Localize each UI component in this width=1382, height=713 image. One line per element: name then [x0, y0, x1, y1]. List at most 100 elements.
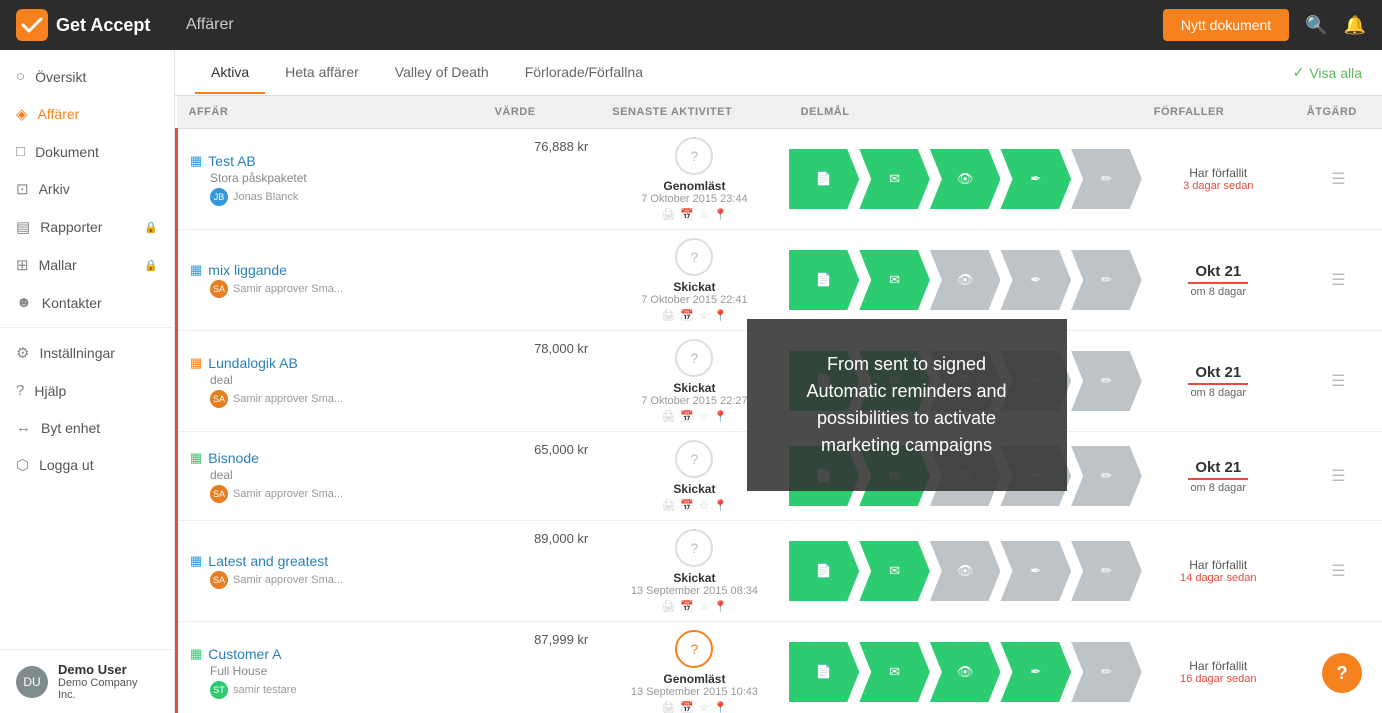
- activity-status: Genomläst: [604, 179, 784, 193]
- deal-name[interactable]: ▦ Test AB: [190, 153, 471, 169]
- row-menu-icon[interactable]: ☰: [1331, 373, 1345, 390]
- delmaal-arrow-2: 👁: [930, 642, 1001, 702]
- star-icon: ☆: [699, 208, 709, 221]
- user-company: Demo Company Inc.: [58, 677, 158, 701]
- deal-name-text: Customer A: [208, 646, 281, 662]
- sidebar-item-oversikt[interactable]: ○ Översikt: [0, 58, 174, 95]
- sidebar-nav: ○ Översikt ◈ Affärer □ Dokument ⊡ Arkiv …: [0, 50, 174, 649]
- deal-name-text: Bisnode: [208, 450, 259, 466]
- forfaller-date: Okt 21: [1148, 263, 1289, 280]
- cell-affar: ▦ mix liggande SA Samir approver Sma...: [177, 230, 483, 331]
- sidebar-item-installningar[interactable]: ⚙ Inställningar: [0, 334, 174, 372]
- delmaal-arrow-2: 👁: [930, 446, 1001, 506]
- deal-name[interactable]: ▦ Latest and greatest: [190, 553, 471, 569]
- sidebar-item-dokument[interactable]: □ Dokument: [0, 133, 174, 170]
- sidebar-item-rapporter[interactable]: ▤ Rapporter 🔒: [0, 208, 174, 246]
- deal-sub: deal: [190, 373, 471, 387]
- cell-delmaal: 📄✉👁✒✏: [789, 331, 1142, 432]
- star-icon: ☆: [699, 600, 709, 613]
- delmaal-arrows: 📄✉👁✒✏: [789, 642, 1142, 702]
- sidebar-bottom: DU Demo User Demo Company Inc.: [0, 649, 174, 713]
- activity-circle-icon: ?: [691, 641, 699, 657]
- cell-atgard: ☰: [1295, 521, 1382, 622]
- calendar-icon: 📅: [680, 208, 694, 221]
- location-icon: 📍: [714, 309, 728, 322]
- sidebar-item-logga-ut[interactable]: ⬡ Logga ut: [0, 446, 174, 484]
- sidebar-label-dokument: Dokument: [35, 144, 99, 160]
- cell-forfaller: Har förfallit 14 dagar sedan: [1142, 521, 1295, 622]
- activity-small-icons: 🖨 📅 ☆ 📍: [604, 309, 784, 322]
- delmaal-arrow-0: 📄: [789, 351, 860, 411]
- cell-delmaal: 📄✉👁✒✏: [789, 129, 1142, 230]
- deal-user: SA Samir approver Sma...: [190, 280, 471, 298]
- delmaal-arrow-1: ✉: [859, 541, 930, 601]
- tab-aktiva[interactable]: Aktiva: [195, 52, 265, 94]
- deal-sub: Full House: [190, 664, 471, 678]
- deal-name[interactable]: ▦ Bisnode: [190, 450, 471, 466]
- sidebar-item-kontakter[interactable]: ☻ Kontakter: [0, 284, 174, 321]
- activity-small-icons: 🖨 📅 ☆ 📍: [604, 499, 784, 512]
- logout-icon: ⬡: [16, 456, 29, 474]
- delmaal-arrow-1: ✉: [859, 642, 930, 702]
- sidebar-item-mallar[interactable]: ⊞ Mallar 🔒: [0, 246, 174, 284]
- deal-name[interactable]: ▦ mix liggande: [190, 262, 471, 278]
- tab-heta[interactable]: Heta affärer: [269, 52, 375, 94]
- page-title-topnav: Affärer: [176, 16, 1163, 34]
- new-document-button[interactable]: Nytt dokument: [1163, 9, 1289, 41]
- tab-forlorade[interactable]: Förlorade/Förfallna: [509, 52, 659, 94]
- row-menu-icon[interactable]: ☰: [1331, 272, 1345, 289]
- location-icon: 📍: [714, 208, 728, 221]
- cell-forfaller: Okt 21 om 8 dagar: [1142, 331, 1295, 432]
- deals-icon: ◈: [16, 105, 28, 123]
- print-icon: 🖨: [661, 208, 675, 221]
- sidebar-item-affarer[interactable]: ◈ Affärer: [0, 95, 174, 133]
- sidebar-divider: [0, 327, 174, 328]
- delmaal-arrow-3: ✒: [1000, 250, 1071, 310]
- home-icon: ○: [16, 68, 25, 85]
- notification-icon[interactable]: 🔔: [1344, 15, 1366, 36]
- row-menu-icon[interactable]: ☰: [1331, 563, 1345, 580]
- lock-icon-mallar: 🔒: [144, 259, 158, 272]
- help-fab-button[interactable]: ?: [1322, 653, 1362, 693]
- deal-user: JB Jonas Blanck: [190, 188, 471, 206]
- delmaal-arrows: 📄✉👁✒✏: [789, 446, 1142, 506]
- cell-affar: ▦ Test AB Stora påskpaketet JB Jonas Bla…: [177, 129, 483, 230]
- main-layout: ○ Översikt ◈ Affärer □ Dokument ⊡ Arkiv …: [0, 50, 1382, 713]
- cell-activity: ? Skickat 7 Oktober 2015 22:41 🖨 📅 ☆ 📍: [600, 230, 788, 331]
- topnav: Get Accept Affärer Nytt dokument 🔍 🔔: [0, 0, 1382, 50]
- forfaller-underline: [1188, 478, 1248, 480]
- deal-doc-icon: ▦: [190, 153, 202, 169]
- delmaal-arrow-4: ✏: [1071, 250, 1142, 310]
- visa-alla-button[interactable]: ✓ Visa alla: [1293, 64, 1362, 81]
- delmaal-arrow-0: 📄: [789, 642, 860, 702]
- deal-name[interactable]: ▦ Customer A: [190, 646, 471, 662]
- tab-valley[interactable]: Valley of Death: [379, 52, 505, 94]
- sidebar-item-hjalp[interactable]: ? Hjälp: [0, 372, 174, 409]
- print-icon: 🖨: [661, 499, 675, 512]
- cell-varde: 87,999 kr: [483, 622, 601, 713]
- delmaal-arrows: 📄✉👁✒✏: [789, 149, 1142, 209]
- sidebar-item-arkiv[interactable]: ⊡ Arkiv: [0, 170, 174, 208]
- location-icon: 📍: [714, 499, 728, 512]
- cell-atgard: ☰: [1295, 230, 1382, 331]
- row-menu-icon[interactable]: ☰: [1331, 468, 1345, 485]
- search-icon[interactable]: 🔍: [1305, 15, 1327, 36]
- cell-forfaller: Har förfallit 3 dagar sedan: [1142, 129, 1295, 230]
- activity-circle-icon: ?: [691, 451, 699, 467]
- delmaal-arrow-3: ✒: [1000, 541, 1071, 601]
- delmaal-arrow-0: 📄: [789, 250, 860, 310]
- table-container[interactable]: AFFÄR VÄRDE SENASTE AKTIVITET DELMÅL FÖR…: [175, 96, 1382, 713]
- activity-date: 13 September 2015 10:43: [604, 686, 784, 698]
- table-row: ▦ Test AB Stora påskpaketet JB Jonas Bla…: [177, 129, 1382, 230]
- sidebar-item-byt-enhet[interactable]: ↔ Byt enhet: [0, 409, 174, 446]
- sidebar-label-hjalp: Hjälp: [34, 383, 66, 399]
- activity-status: Skickat: [604, 482, 784, 496]
- row-menu-icon[interactable]: ☰: [1331, 171, 1345, 188]
- delmaal-arrow-1: ✉: [859, 149, 930, 209]
- deal-user-name: samir testare: [233, 684, 297, 696]
- sidebar-label-byt-enhet: Byt enhet: [41, 420, 100, 436]
- calendar-icon: 📅: [680, 410, 694, 423]
- deal-doc-icon: ▦: [190, 262, 202, 278]
- cell-varde: 76,888 kr: [483, 129, 601, 230]
- deal-name[interactable]: ▦ Lundalogik AB: [190, 355, 471, 371]
